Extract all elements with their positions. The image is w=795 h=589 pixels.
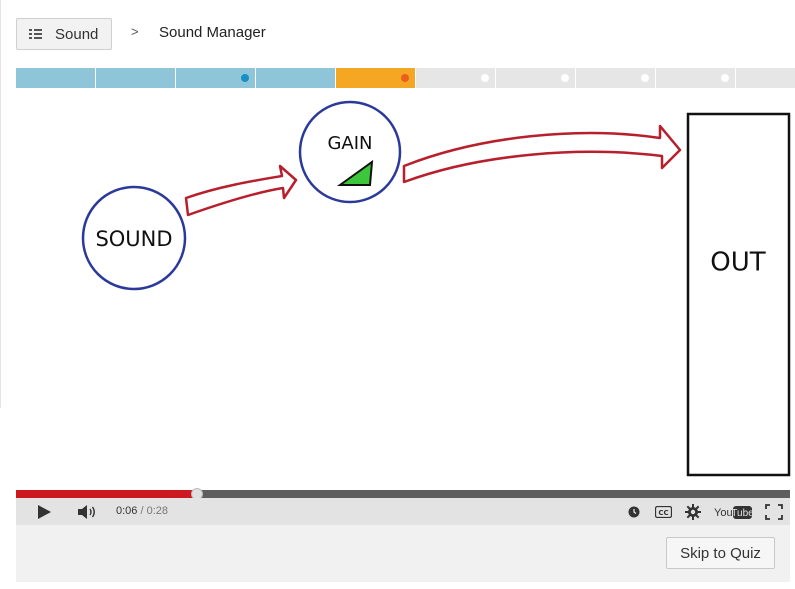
list-icon — [29, 29, 42, 39]
youtube-logo: You Tube — [714, 505, 752, 519]
progress-dot — [561, 74, 569, 82]
skip-to-quiz-button[interactable]: Skip to Quiz — [666, 537, 775, 569]
breadcrumb-separator: > — [131, 24, 139, 39]
lesson-progress-bar — [16, 68, 795, 88]
youtube-logo-you: You — [714, 507, 733, 519]
progress-segment-4[interactable] — [256, 68, 335, 88]
sound-label: SOUND — [95, 227, 172, 251]
play-button[interactable] — [30, 498, 58, 525]
volume-button[interactable] — [74, 498, 102, 525]
watch-later-button[interactable] — [624, 498, 644, 525]
progress-segment-5[interactable] — [336, 68, 415, 88]
progress-segment-10[interactable] — [736, 68, 795, 88]
page-title: Sound Manager — [159, 24, 266, 41]
gain-to-out-arrow — [402, 124, 682, 184]
current-time: 0:06 — [116, 505, 138, 517]
gain-level-icon — [336, 159, 374, 186]
settings-button[interactable] — [682, 498, 704, 525]
out-box — [686, 112, 791, 477]
out-node: OUT — [686, 112, 791, 477]
gain-node: GAIN — [298, 100, 402, 204]
progress-segment-8[interactable] — [576, 68, 655, 88]
seek-bar[interactable] — [16, 488, 790, 500]
youtube-button[interactable]: You Tube — [713, 498, 753, 525]
fullscreen-icon — [765, 503, 783, 520]
sound-to-gain-arrow — [184, 164, 298, 217]
volume-icon — [78, 504, 95, 519]
progress-dot — [641, 74, 649, 82]
progress-segment-6[interactable] — [416, 68, 495, 88]
time-separator: / — [140, 505, 144, 517]
progress-dot — [481, 74, 489, 82]
play-icon — [38, 504, 51, 519]
out-label: OUT — [710, 248, 765, 278]
whiteboard-diagram: SOUND GAIN OUT — [81, 100, 791, 477]
video-frame[interactable]: SOUND GAIN OUT — [0, 88, 795, 493]
course-button-label: Sound — [55, 25, 99, 43]
captions-button[interactable]: CC — [651, 498, 675, 525]
fullscreen-button[interactable] — [762, 498, 786, 525]
seek-played — [16, 490, 198, 498]
progress-segment-9[interactable] — [656, 68, 735, 88]
course-menu-button[interactable]: Sound — [16, 18, 112, 50]
captions-label: CC — [658, 508, 668, 516]
progress-segment-1[interactable] — [16, 68, 95, 88]
watch-later-icon — [628, 506, 640, 517]
progress-segment-2[interactable] — [96, 68, 175, 88]
progress-dot — [401, 74, 409, 82]
progress-dot — [721, 74, 729, 82]
captions-icon: CC — [654, 505, 672, 518]
progress-segment-7[interactable] — [496, 68, 575, 88]
sound-node: SOUND — [81, 185, 187, 291]
lesson-footer: Skip to Quiz — [16, 525, 790, 582]
youtube-logo-tube: Tube — [731, 508, 752, 519]
progress-segment-3[interactable] — [176, 68, 255, 88]
settings-icon — [685, 503, 701, 520]
time-display: 0:06 / 0:28 — [116, 505, 168, 517]
duration: 0:28 — [146, 505, 169, 517]
progress-dot — [241, 74, 249, 82]
gain-label: GAIN — [327, 133, 372, 154]
player-controls: 0:06 / 0:28 CC You Tube — [16, 498, 790, 525]
